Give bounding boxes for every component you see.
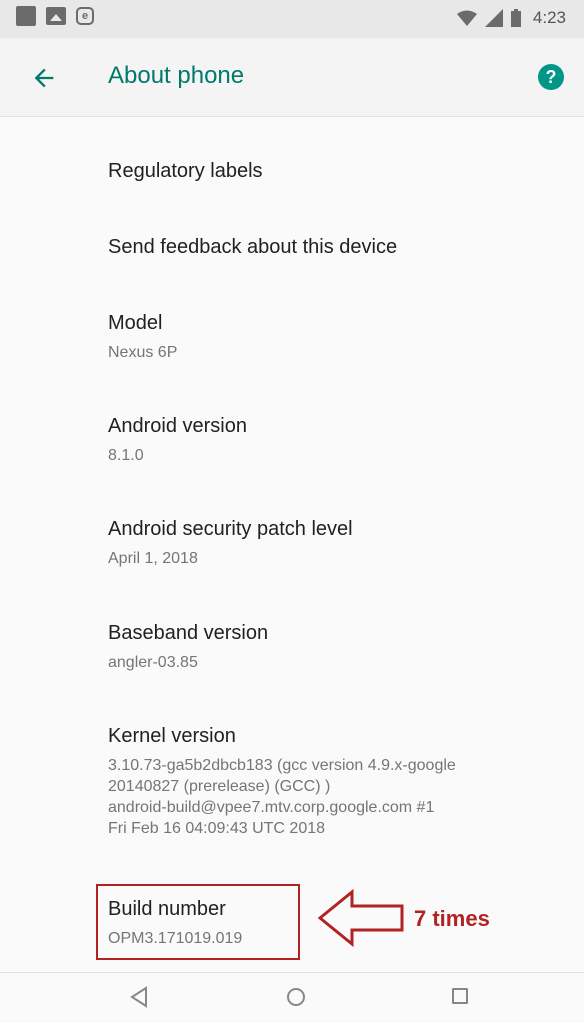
- annotation-arrow-icon: [318, 888, 404, 948]
- divider: [0, 972, 584, 973]
- item-title: Regulatory labels: [108, 160, 263, 182]
- nav-back-icon[interactable]: [130, 986, 148, 1008]
- page-title: About phone: [108, 62, 245, 89]
- e-icon: e: [76, 7, 94, 25]
- list-item-model[interactable]: Model Nexus 6P: [108, 312, 177, 363]
- item-title: Android version: [108, 415, 247, 437]
- item-title: Model: [108, 312, 163, 334]
- annotation-text: 7 times: [414, 906, 490, 931]
- list-item-security-patch[interactable]: Android security patch level April 1, 20…: [108, 518, 353, 569]
- list-item-send-feedback[interactable]: Send feedback about this device: [108, 236, 397, 259]
- item-subtitle: Nexus 6P: [108, 344, 178, 361]
- nav-home-icon[interactable]: [287, 988, 305, 1006]
- status-bar: e 4:23: [0, 0, 584, 38]
- list-item-kernel-version[interactable]: Kernel version 3.10.73-ga5b2dbcb183 (gcc…: [108, 725, 456, 839]
- notification-square-icon: [16, 6, 36, 26]
- image-icon: [46, 7, 66, 25]
- kernel-line: Fri Feb 16 04:09:43 UTC 2018: [108, 820, 326, 837]
- item-subtitle: 8.1.0: [108, 447, 144, 464]
- navigation-bar: [0, 974, 584, 1023]
- system-icons: 4:23: [456, 8, 566, 28]
- kernel-line: android-build@vpee7.mtv.corp.google.com …: [108, 799, 435, 816]
- item-title: Kernel version: [108, 725, 236, 747]
- item-title: Send feedback about this device: [108, 236, 398, 258]
- battery-icon: [510, 9, 521, 27]
- list-item-baseband-version[interactable]: Baseband version angler-03.85: [108, 622, 268, 673]
- item-subtitle: 3.10.73-ga5b2dbcb183 (gcc version 4.9.x-…: [108, 755, 456, 839]
- wifi-icon: [456, 10, 477, 26]
- kernel-line: 3.10.73-ga5b2dbcb183 (gcc version 4.9.x-…: [108, 757, 456, 774]
- item-title: Android security patch level: [108, 518, 353, 540]
- arrow-back-icon[interactable]: [30, 64, 58, 92]
- item-title: Baseband version: [108, 622, 269, 644]
- status-time: 4:23: [532, 8, 566, 27]
- list-item-regulatory-labels[interactable]: Regulatory labels: [108, 160, 263, 183]
- highlight-box: [96, 884, 300, 960]
- nav-recents-icon[interactable]: [452, 988, 468, 1004]
- list-item-android-version[interactable]: Android version 8.1.0: [108, 415, 247, 466]
- help-icon[interactable]: ?: [538, 64, 564, 90]
- signal-icon: [484, 9, 503, 27]
- kernel-line: 20140827 (prerelease) (GCC) ): [108, 778, 331, 795]
- item-subtitle: angler-03.85: [108, 654, 198, 671]
- item-subtitle: April 1, 2018: [108, 550, 198, 567]
- notification-icons: e: [16, 6, 94, 26]
- app-bar: About phone ?: [0, 38, 584, 117]
